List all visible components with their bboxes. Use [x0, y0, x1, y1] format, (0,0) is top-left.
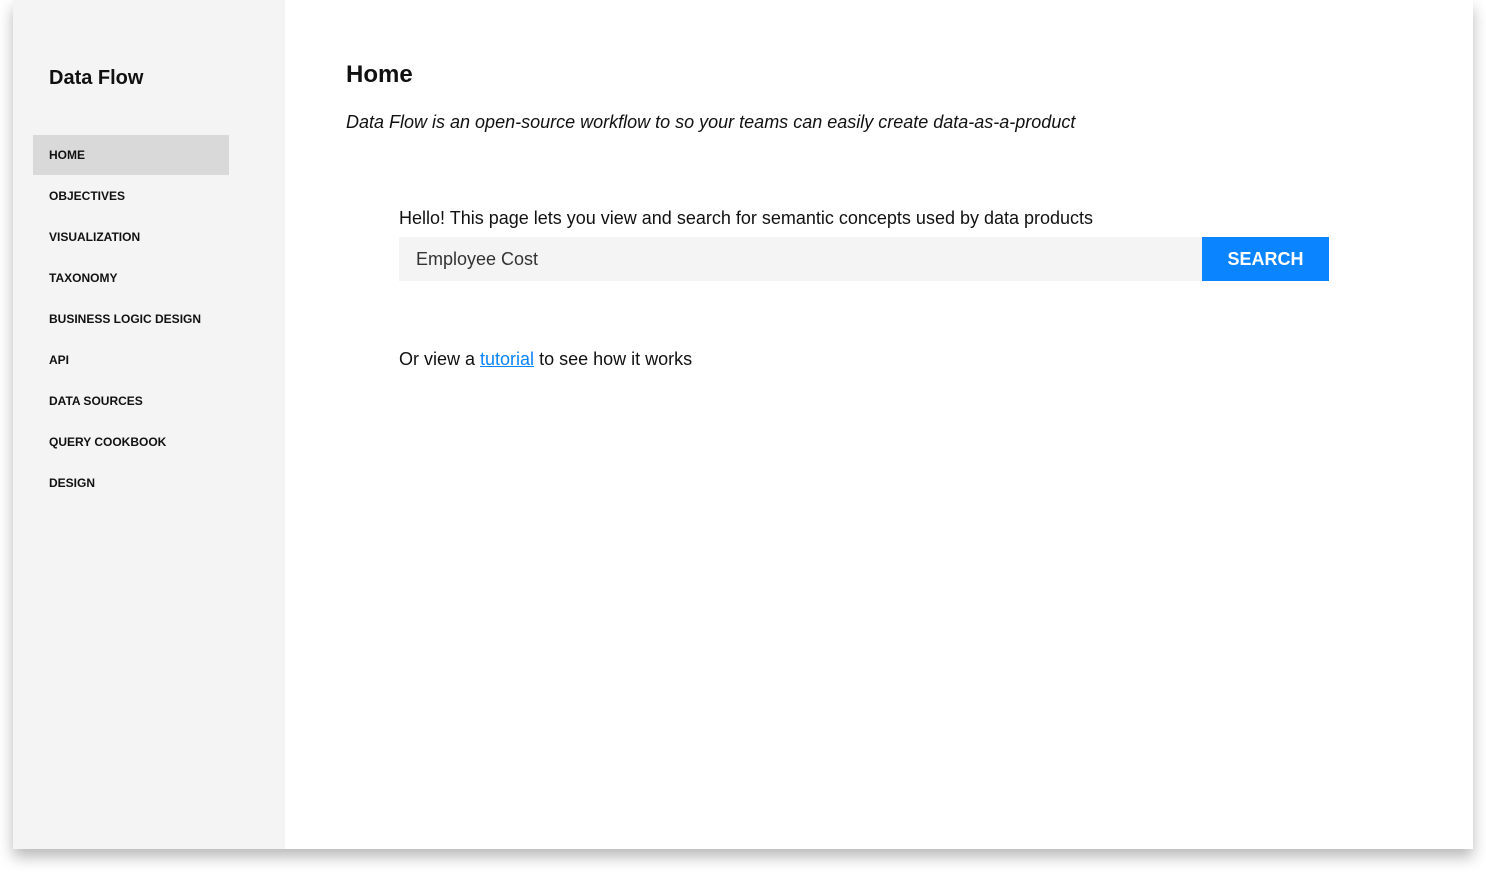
sidebar-item-business-logic-design[interactable]: BUSINESS LOGIC DESIGN — [33, 299, 229, 339]
tutorial-line: Or view a tutorial to see how it works — [399, 348, 692, 370]
tutorial-link[interactable]: tutorial — [480, 349, 534, 369]
search-bar: SEARCH — [399, 237, 1329, 281]
search-button[interactable]: SEARCH — [1202, 237, 1329, 281]
sidebar-item-taxonomy[interactable]: TAXONOMY — [33, 258, 229, 298]
sidebar-item-api[interactable]: API — [33, 340, 229, 380]
tutorial-prefix: Or view a — [399, 349, 481, 369]
intro-text: Hello! This page lets you view and searc… — [399, 208, 1094, 228]
sidebar-item-data-sources[interactable]: DATA SOURCES — [33, 381, 229, 421]
sidebar-item-design[interactable]: DESIGN — [33, 463, 229, 503]
sidebar-item-query-cookbook[interactable]: QUERY COOKBOOK — [33, 422, 229, 462]
page-tagline: Data Flow is an open-source workflow to … — [346, 112, 1076, 132]
sidebar: Data Flow HOME OBJECTIVES VISUALIZATION … — [13, 0, 285, 849]
sidebar-item-objectives[interactable]: OBJECTIVES — [33, 176, 229, 216]
app-window: Data Flow HOME OBJECTIVES VISUALIZATION … — [13, 0, 1473, 849]
app-title: Data Flow — [49, 67, 144, 89]
page-title: Home — [346, 61, 413, 88]
tutorial-suffix: to see how it works — [534, 349, 693, 369]
sidebar-item-home[interactable]: HOME — [33, 135, 229, 175]
sidebar-item-visualization[interactable]: VISUALIZATION — [33, 217, 229, 257]
search-input[interactable] — [399, 237, 1202, 281]
main-content: Home Data Flow is an open-source workflo… — [285, 0, 1473, 849]
sidebar-nav: HOME OBJECTIVES VISUALIZATION TAXONOMY B… — [33, 135, 229, 504]
